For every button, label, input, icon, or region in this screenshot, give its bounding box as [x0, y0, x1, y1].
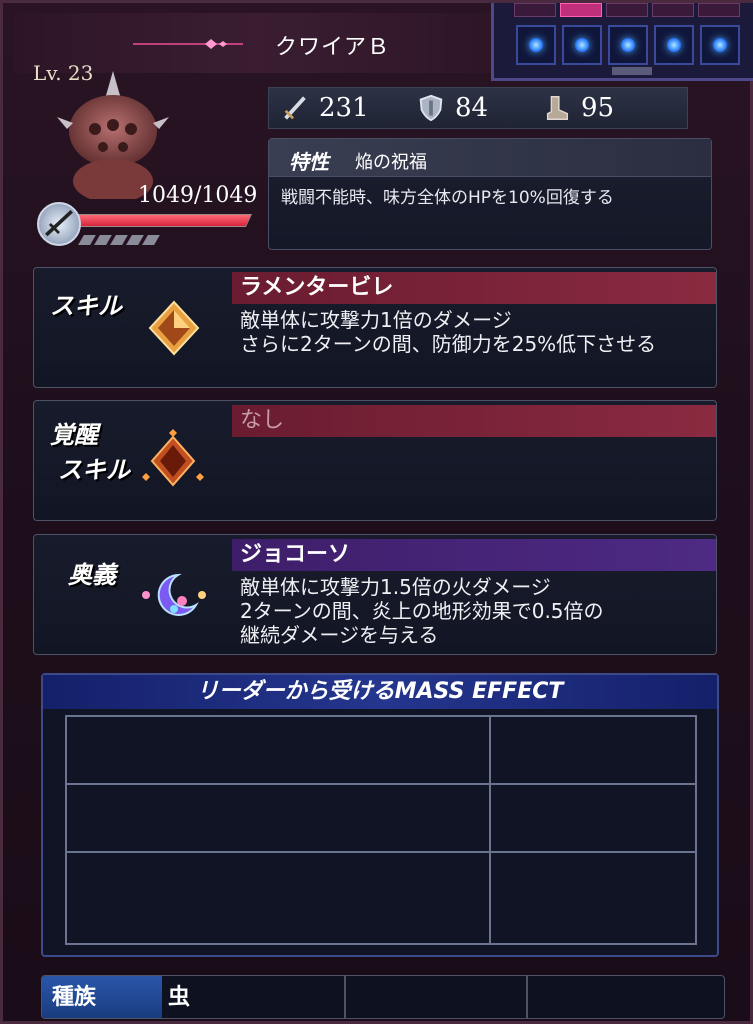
party-tab[interactable]: [606, 3, 648, 17]
party-slot-5[interactable]: [700, 25, 740, 65]
slot-orb-icon: [621, 38, 635, 52]
party-tab[interactable]: [652, 3, 694, 17]
race-divider: [526, 976, 528, 1018]
slot-orb-icon: [667, 38, 681, 52]
party-panel: [491, 3, 753, 81]
trait-name: 焔の祝福: [355, 152, 427, 173]
skill-description: 敵単体に攻撃力1倍のダメージ さらに2ターンの間、防御力を25%低下させる: [240, 308, 656, 356]
skill-description-line: さらに2ターンの間、防御力を25%低下させる: [240, 332, 657, 356]
ougi-name: ジョコーソ: [232, 539, 716, 571]
character-portrait: [57, 71, 169, 199]
stat-speed: 95: [541, 92, 614, 124]
awakened-label-line2: スキル: [58, 456, 130, 484]
skill-gem-icon: [148, 300, 200, 356]
trait-panel: 特性 焔の祝福 戦闘不能時、味方全体のHPを10%回復する: [268, 138, 712, 250]
defense-value: 84: [455, 93, 489, 123]
attack-value: 231: [319, 93, 369, 123]
party-tab-active[interactable]: [560, 3, 602, 17]
stats-bar: 231 84 95: [268, 87, 688, 129]
ougi-description-line: 2ターンの間、炎上の地形効果で0.5倍の: [240, 599, 604, 623]
gauge-stripes: [78, 235, 160, 245]
awakened-skill-name: なし: [232, 405, 716, 437]
boot-icon: [541, 92, 573, 124]
skill-name: ラメンタービレ: [232, 272, 716, 304]
trait-label: 特性: [289, 150, 329, 174]
trait-header: 特性 焔の祝福: [269, 139, 711, 177]
skill-panel[interactable]: スキル ラメンタービレ 敵単体に攻撃力1倍のダメージ さらに2ターンの間、防御力…: [33, 267, 717, 388]
weapon-type-icon: [37, 202, 81, 246]
slot-orb-icon: [713, 38, 727, 52]
ougi-orb-icon: [142, 573, 206, 616]
mass-effect-grid: [65, 715, 697, 945]
slot-orb-icon: [575, 38, 589, 52]
hp-bar-fill: [71, 215, 251, 226]
party-slot-1[interactable]: [516, 25, 556, 65]
ougi-panel[interactable]: 奥義 ジョコーソ 敵単体に攻撃力1.5倍の火ダメージ 2ターンの間、炎上の地形効…: [33, 534, 717, 655]
grid-divider: [67, 783, 695, 785]
mass-effect-title: リーダーから受けるMASS EFFECT: [43, 675, 717, 709]
awakened-skill-label: 覚醒 スキル: [50, 415, 130, 485]
awakened-gem-icon: [142, 429, 204, 487]
sword-icon: [279, 92, 311, 124]
race-divider: [344, 976, 346, 1018]
trait-description: 戦闘不能時、味方全体のHPを10%回復する: [281, 188, 614, 208]
grid-divider: [67, 851, 695, 853]
party-scroll-indicator: [612, 67, 652, 75]
character-name: クワイアＢ: [275, 35, 391, 60]
unit-detail-frame: クワイアＢ Lv. 23 1049/1049 231 84 95 特性 焔の祝福…: [0, 0, 753, 1024]
race-row: 種族 虫: [41, 975, 725, 1019]
stat-defense: 84: [415, 92, 488, 124]
slot-orb-icon: [529, 38, 543, 52]
ougi-label: 奥義: [68, 561, 116, 589]
ougi-description: 敵単体に攻撃力1.5倍の火ダメージ 2ターンの間、炎上の地形効果で0.5倍の 継…: [240, 575, 604, 647]
speed-value: 95: [581, 93, 615, 123]
ougi-description-line: 敵単体に攻撃力1.5倍の火ダメージ: [240, 575, 551, 599]
race-value: 虫: [168, 985, 191, 1010]
awakened-skill-panel[interactable]: 覚醒 スキル なし: [33, 400, 717, 521]
party-slots: [516, 25, 740, 65]
party-tabs: [514, 3, 740, 17]
grid-divider: [489, 717, 491, 943]
skill-label: スキル: [50, 292, 122, 320]
stat-attack: 231: [279, 92, 369, 124]
hp-readout: 1049/1049: [138, 183, 258, 208]
race-label: 種族: [42, 976, 162, 1018]
party-slot-4[interactable]: [654, 25, 694, 65]
party-tab[interactable]: [698, 3, 740, 17]
awakened-label-line1: 覚醒: [50, 421, 98, 449]
shield-icon: [415, 92, 447, 124]
party-slot-2[interactable]: [562, 25, 602, 65]
ougi-description-line: 継続ダメージを与える: [240, 623, 439, 647]
title-ornament-icon: [133, 39, 243, 49]
mass-effect-panel: リーダーから受けるMASS EFFECT: [41, 673, 719, 957]
hp-bar: [69, 214, 253, 227]
party-tab[interactable]: [514, 3, 556, 17]
skill-description-line: 敵単体に攻撃力1倍のダメージ: [240, 308, 512, 332]
party-slot-3[interactable]: [608, 25, 648, 65]
